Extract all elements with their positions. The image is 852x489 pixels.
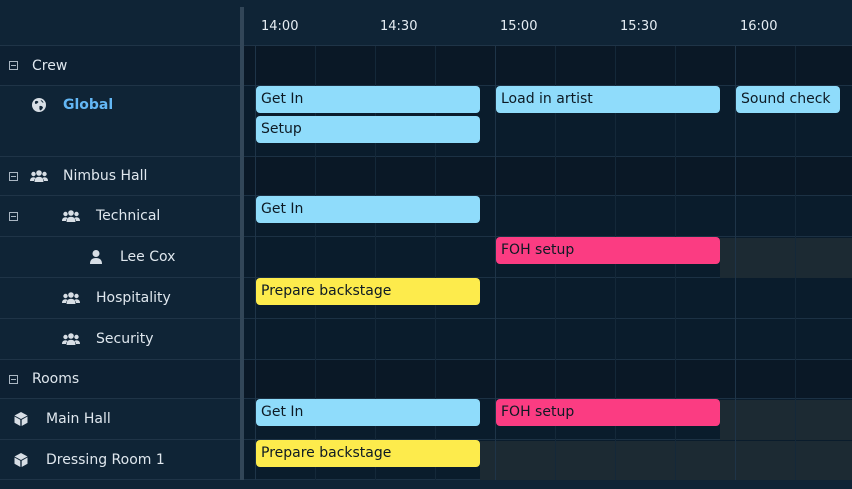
lane-rooms	[244, 360, 852, 399]
cube-icon	[14, 412, 28, 426]
tree-row-label: Hospitality	[96, 290, 171, 306]
time-tick: 16:00	[740, 19, 778, 34]
lane-security[interactable]	[244, 319, 852, 360]
time-tick: 14:00	[261, 19, 299, 34]
tree-row-label: Technical	[96, 208, 161, 224]
tree-row-label: Security	[96, 331, 154, 347]
tree-row-main-hall[interactable]: Main Hall	[0, 399, 241, 440]
unavailable-shade	[720, 400, 852, 440]
event-foh-setup[interactable]: FOH setup	[496, 399, 720, 426]
group-icon	[62, 210, 80, 222]
tree-row-security[interactable]: Security	[0, 319, 241, 360]
unavailable-shade	[720, 238, 852, 278]
event-load-in-artist[interactable]: Load in artist	[496, 86, 720, 113]
globe-icon	[32, 98, 46, 112]
tree-header	[0, 7, 241, 46]
timeline-grid: 14:00 14:30 15:00 15:30 16:00 Get In Loa…	[244, 7, 852, 480]
group-icon	[62, 292, 80, 304]
tree-row-lee-cox[interactable]: Lee Cox	[0, 237, 241, 278]
event-get-in[interactable]: Get In	[256, 399, 480, 426]
collapse-icon[interactable]	[9, 375, 18, 384]
unavailable-shade	[480, 441, 852, 480]
lane-crew	[244, 46, 852, 86]
tree-row-label: Global	[63, 97, 114, 113]
tree-row-technical[interactable]: Technical	[0, 196, 241, 237]
lane-nimbus-hall	[244, 157, 852, 196]
tree-row-rooms[interactable]: Rooms	[0, 360, 241, 399]
tree-row-dressing-room-1[interactable]: Dressing Room 1	[0, 440, 241, 480]
tree-row-nimbus-hall[interactable]: Nimbus Hall	[0, 157, 241, 196]
tree-row-label: Crew	[32, 57, 68, 74]
user-icon	[90, 250, 102, 264]
scheduler-window: Crew Global Nimbus Hall Technical Lee Co…	[0, 0, 852, 489]
time-header: 14:00 14:30 15:00 15:30 16:00	[244, 7, 852, 46]
group-icon	[30, 170, 48, 182]
tree-row-crew[interactable]: Crew	[0, 46, 241, 86]
event-prepare-backstage[interactable]: Prepare backstage	[256, 278, 480, 305]
tree-row-global[interactable]: Global	[0, 86, 241, 157]
collapse-icon[interactable]	[9, 61, 18, 70]
tree-row-label: Rooms	[32, 371, 80, 387]
time-tick: 15:30	[620, 19, 658, 34]
top-border	[0, 0, 852, 7]
event-sound-check[interactable]: Sound check	[736, 86, 840, 113]
event-prepare-backstage[interactable]: Prepare backstage	[256, 440, 480, 467]
tree-row-label: Dressing Room 1	[46, 451, 165, 468]
tree-row-hospitality[interactable]: Hospitality	[0, 278, 241, 319]
collapse-icon[interactable]	[9, 172, 18, 181]
tree-row-label: Nimbus Hall	[63, 168, 148, 184]
tree-row-label: Main Hall	[46, 411, 111, 427]
time-tick: 15:00	[500, 19, 538, 34]
cube-icon	[14, 453, 28, 467]
time-tick: 14:30	[380, 19, 418, 34]
resource-tree: Crew Global Nimbus Hall Technical Lee Co…	[0, 7, 241, 480]
event-setup[interactable]: Setup	[256, 116, 480, 143]
event-get-in[interactable]: Get In	[256, 196, 480, 223]
event-get-in[interactable]: Get In	[256, 86, 480, 113]
tree-row-label: Lee Cox	[120, 249, 176, 265]
group-icon	[62, 333, 80, 345]
collapse-icon[interactable]	[9, 212, 18, 221]
event-foh-setup[interactable]: FOH setup	[496, 237, 720, 264]
horizontal-scrollbar[interactable]	[0, 480, 852, 489]
